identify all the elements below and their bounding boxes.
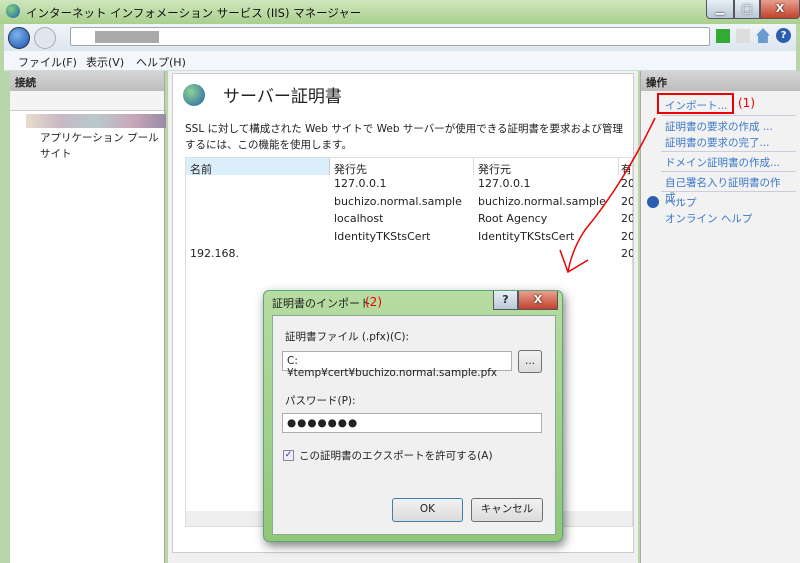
action-create-request[interactable]: 証明書の要求の作成 ... bbox=[665, 119, 773, 134]
title-bar: インターネット インフォメーション サービス (IIS) マネージャー ▁ □ … bbox=[0, 0, 800, 24]
divider bbox=[661, 151, 796, 152]
cell-name[interactable]: 192.168. bbox=[190, 247, 239, 260]
divider bbox=[661, 115, 796, 116]
page-title: サーバー証明書 bbox=[223, 87, 342, 107]
password-input[interactable]: ●●●●●●● bbox=[282, 413, 542, 433]
connections-header: 接続 bbox=[10, 71, 164, 91]
forward-button[interactable] bbox=[34, 27, 56, 49]
menu-help[interactable]: ヘルプ(H) bbox=[136, 54, 186, 70]
annotation-label-2: (2) bbox=[365, 295, 382, 309]
export-checkbox-label[interactable]: この証明書のエクスポートを許可する(A) bbox=[299, 448, 493, 463]
file-path-input[interactable]: C:¥temp¥cert¥buchizo.normal.sample.pfx bbox=[282, 351, 512, 379]
password-label: パスワード(P): bbox=[285, 395, 356, 407]
back-button[interactable] bbox=[8, 27, 30, 49]
cell-issued-to[interactable]: localhost bbox=[334, 212, 383, 225]
server-certificate-icon bbox=[183, 84, 205, 106]
iis-app-icon bbox=[6, 4, 20, 18]
connections-pane: 接続 アプリケーション プール サイト bbox=[10, 71, 166, 563]
navigation-bar: ? bbox=[4, 24, 796, 51]
divider bbox=[661, 171, 796, 172]
minimize-button[interactable]: ▁ bbox=[706, 0, 734, 19]
export-checkbox[interactable]: ✓ bbox=[283, 450, 294, 461]
server-node-redacted[interactable] bbox=[26, 114, 166, 128]
dialog-title: 証明書のインポート bbox=[272, 297, 371, 310]
browse-button[interactable]: ... bbox=[518, 350, 542, 373]
help-icon[interactable]: ? bbox=[776, 28, 791, 43]
annotation-label-1: (1) bbox=[738, 96, 755, 110]
menu-view[interactable]: 表示(V) bbox=[86, 54, 124, 70]
home-icon[interactable] bbox=[756, 28, 770, 43]
refresh-icon[interactable] bbox=[716, 29, 730, 43]
dialog-help-button[interactable]: ? bbox=[493, 291, 518, 310]
tree-sites[interactable]: サイト bbox=[40, 146, 72, 161]
menu-file[interactable]: ファイル(F) bbox=[18, 54, 77, 70]
address-bar[interactable] bbox=[70, 27, 710, 46]
ok-button[interactable]: OK bbox=[392, 498, 463, 522]
actions-header: 操作 bbox=[641, 71, 800, 91]
redacted-server-name bbox=[95, 31, 159, 43]
cell-issued-by[interactable]: 127.0.0.1 bbox=[478, 177, 530, 190]
cell-issued-to[interactable]: 127.0.0.1 bbox=[334, 177, 386, 190]
file-label: 証明書ファイル (.pfx)(C): bbox=[285, 331, 410, 343]
window-title: インターネット インフォメーション サービス (IIS) マネージャー bbox=[26, 6, 362, 20]
dialog-close-button[interactable]: X bbox=[518, 291, 558, 310]
action-complete-request[interactable]: 証明書の要求の完了... bbox=[665, 135, 770, 150]
import-certificate-dialog: 証明書のインポート (2) ? X 証明書ファイル (.pfx)(C): C:¥… bbox=[263, 290, 563, 542]
cell-issued-by[interactable]: Root Agency bbox=[478, 212, 547, 225]
column-header-issued-to[interactable]: 発行先 bbox=[330, 158, 474, 176]
tree-app-pools[interactable]: アプリケーション プール bbox=[40, 130, 159, 145]
menu-bar: ファイル(F) 表示(V) ヘルプ(H) bbox=[4, 51, 796, 71]
cell-issued-to[interactable]: IdentityTKStsCert bbox=[334, 230, 430, 243]
maximize-button[interactable]: □ bbox=[734, 0, 760, 19]
close-button[interactable]: X bbox=[760, 0, 800, 19]
dialog-body: 証明書ファイル (.pfx)(C): C:¥temp¥cert¥buchizo.… bbox=[272, 315, 556, 535]
divider bbox=[661, 191, 796, 192]
stop-icon[interactable] bbox=[736, 29, 750, 43]
action-create-domain-cert[interactable]: ドメイン証明書の作成... bbox=[665, 155, 780, 170]
cancel-button[interactable]: キャンセル bbox=[471, 498, 543, 522]
connections-toolbar bbox=[10, 91, 164, 111]
column-header-name[interactable]: 名前 bbox=[186, 158, 330, 176]
action-online-help[interactable]: オンライン ヘルプ bbox=[665, 211, 752, 226]
cell-issued-to[interactable]: buchizo.normal.sample bbox=[334, 195, 462, 208]
annotation-arrow bbox=[559, 117, 656, 274]
